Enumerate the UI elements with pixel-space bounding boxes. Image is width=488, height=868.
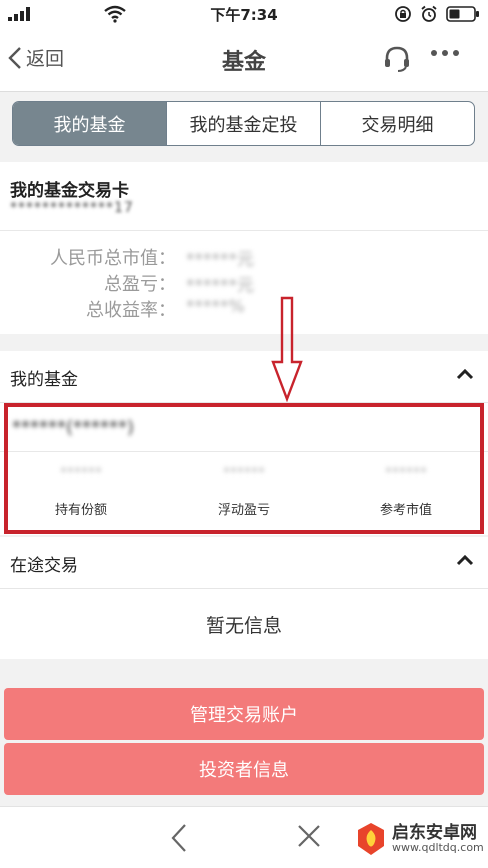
investor-info-button[interactable]: 投资者信息 [4, 743, 484, 795]
close-icon[interactable] [296, 823, 322, 849]
total-return: *****% [186, 297, 245, 317]
empty-info-text: 暂无信息 [205, 615, 282, 637]
reference-value-label: 参考市值 [379, 503, 432, 518]
floating-profit-column: ****** 浮动盈亏 [169, 465, 319, 518]
nav-bar: 返回 基金 [0, 28, 488, 92]
total-return-label: 总收益率： [86, 300, 176, 321]
back-arrow-icon[interactable] [170, 823, 188, 853]
total-value-label: 人民币总市值： [50, 248, 176, 269]
watermark-badge-icon [358, 823, 384, 855]
floating-profit-value: ****** [223, 465, 265, 481]
in-transit-title: 在途交易 [10, 556, 78, 576]
annotation-down-arrow-icon [271, 296, 303, 402]
card-title: 我的基金交易卡 [10, 181, 129, 201]
reference-value-value: ****** [385, 465, 427, 481]
page-title: 基金 [221, 50, 266, 75]
divider [0, 230, 488, 231]
tab-fund-auto-invest[interactable]: 我的基金定投 [167, 102, 321, 145]
holding-shares-value: ****** [60, 465, 102, 481]
in-transit-header[interactable]: 在途交易 [0, 537, 488, 589]
holding-shares-column: ****** 持有份额 [6, 465, 156, 518]
total-value: ******元 [186, 250, 254, 270]
watermark-title: 启东安卓网 [392, 823, 477, 843]
card-number: *************17 [10, 200, 134, 216]
tab-bar: 我的基金 我的基金定投 交易明细 [12, 101, 475, 146]
more-icon[interactable] [430, 48, 460, 58]
battery-icon [446, 6, 479, 22]
watermark-url: www.qdltdq.com [392, 841, 484, 854]
headset-icon[interactable] [382, 44, 412, 74]
holding-shares-label: 持有份额 [54, 503, 107, 518]
my-funds-header[interactable]: 我的基金 [0, 351, 488, 403]
alarm-icon [421, 5, 437, 22]
manage-accounts-button[interactable]: 管理交易账户 [4, 688, 484, 740]
fund-card-panel: 我的基金交易卡 *************17 人民币总市值： ******元 … [0, 162, 488, 334]
my-funds-title: 我的基金 [10, 370, 78, 390]
tab-my-funds[interactable]: 我的基金 [13, 102, 167, 145]
fund-name: ******(******) [12, 417, 135, 438]
chevron-up-icon[interactable] [456, 553, 474, 567]
back-button[interactable]: 返回 [8, 44, 64, 71]
chevron-left-icon [8, 46, 21, 69]
floating-profit-label: 浮动盈亏 [217, 503, 270, 518]
orientation-lock-icon [395, 6, 411, 22]
watermark-logo: 启东安卓网 www.qdltdq.com [356, 822, 484, 856]
total-profit: ******元 [186, 276, 254, 296]
in-transit-panel: 暂无信息 [0, 589, 488, 659]
tab-transaction-details[interactable]: 交易明细 [321, 102, 474, 145]
divider [0, 451, 488, 452]
total-profit-label: 总盈亏： [104, 274, 176, 295]
back-label: 返回 [26, 48, 65, 70]
status-bar: 下午7:34 [0, 0, 488, 28]
reference-value-column: ****** 参考市值 [331, 465, 481, 518]
fund-item[interactable]: ******(******) ****** 持有份额 ****** 浮动盈亏 *… [0, 403, 488, 535]
chevron-up-icon[interactable] [456, 367, 474, 381]
